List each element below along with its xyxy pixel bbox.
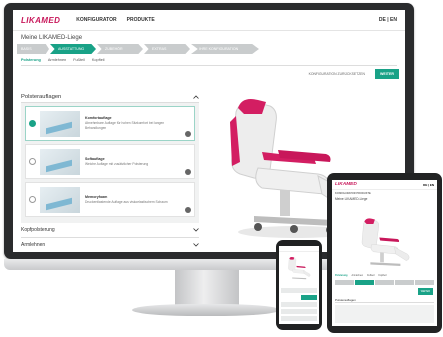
step-equipment[interactable] bbox=[355, 280, 374, 285]
step-basis[interactable]: BASIS bbox=[17, 44, 49, 54]
next-button[interactable] bbox=[301, 295, 317, 300]
chevron-down-icon[interactable] bbox=[193, 228, 199, 232]
step-basis[interactable] bbox=[335, 280, 354, 285]
action-row: KONFIGURATION ZURÜCKSETZEN WEITER bbox=[19, 69, 399, 79]
treatment-chair-image bbox=[361, 218, 410, 266]
option-thumbnail bbox=[40, 186, 80, 213]
page-title: Meine LIKAMED-Liege bbox=[335, 197, 368, 201]
tab-headrest[interactable]: Kopfteil bbox=[378, 274, 386, 277]
info-icon[interactable] bbox=[185, 131, 191, 137]
option-description: Druckentlastende Auflage aus viskoelasti… bbox=[85, 199, 168, 204]
step-extras[interactable]: EXTRAS bbox=[144, 44, 190, 54]
option-description: Weiche Auflage mit zusätzlicher Polsteru… bbox=[85, 161, 149, 166]
next-button[interactable]: WEITER bbox=[417, 288, 433, 295]
likamed-logo[interactable]: LIKAMED bbox=[335, 182, 357, 187]
treatment-chair-image bbox=[288, 256, 311, 280]
tab-armrests[interactable]: Armlehnen bbox=[48, 58, 66, 62]
chevron-up-icon[interactable] bbox=[193, 95, 199, 99]
language-switcher[interactable]: DE | EN bbox=[423, 183, 434, 187]
tab-upholstery[interactable]: Polsterung bbox=[21, 58, 41, 62]
step-equipment[interactable]: AUSSTATTUNG bbox=[50, 44, 96, 54]
tab-armrests[interactable]: Armlehnen bbox=[352, 274, 364, 277]
configuration-steps: BASIS AUSSTATTUNG ZUBEHÖR EXTRAS IHRE KO… bbox=[17, 44, 401, 54]
option-description: Abnehmbare Auflage für hohen Sitzkomfort… bbox=[85, 121, 165, 131]
section-headrest[interactable]: Kopfpolsterung bbox=[21, 223, 199, 238]
tablet-steps bbox=[335, 280, 435, 285]
panel-title[interactable]: Polsterauflagen bbox=[335, 298, 434, 303]
list-item[interactable] bbox=[281, 316, 317, 321]
likamed-logo[interactable]: LIKAMED bbox=[21, 16, 60, 25]
step-accessories[interactable] bbox=[375, 280, 394, 285]
panel-header[interactable]: Polsterauflagen bbox=[21, 94, 199, 103]
option-thumbnail bbox=[40, 110, 80, 137]
radio-button-selected[interactable] bbox=[29, 120, 36, 127]
sub-tabs: Polsterung Armlehnen Fußteil Kopfteil bbox=[21, 58, 397, 66]
option-card-memoryfoam[interactable]: Memoryfoam Druckentlastende Auflage aus … bbox=[25, 182, 195, 217]
option-card-soft[interactable]: Softauflage Weiche Auflage mit zusätzlic… bbox=[25, 144, 195, 179]
info-icon[interactable] bbox=[185, 207, 191, 213]
nav-item-configurator[interactable]: KONFIGURATOR bbox=[76, 17, 116, 23]
chevron-down-icon[interactable] bbox=[193, 243, 199, 247]
phone-top-bar bbox=[279, 246, 319, 252]
tab-footrest[interactable]: Fußteil bbox=[73, 58, 85, 62]
info-icon[interactable] bbox=[185, 169, 191, 175]
list-item[interactable] bbox=[281, 302, 317, 307]
step-accessories[interactable]: ZUBEHÖR bbox=[97, 44, 143, 54]
tablet-sub-tabs: Polsterung Armlehnen Fußteil Kopfteil bbox=[335, 274, 390, 277]
language-switcher[interactable]: DE | EN bbox=[379, 17, 397, 23]
nav-item-products[interactable]: PRODUKTE bbox=[127, 17, 155, 23]
option-thumbnail bbox=[40, 148, 80, 175]
section-title: Kopfpolsterung bbox=[21, 227, 55, 233]
tab-headrest[interactable]: Kopfteil bbox=[92, 58, 105, 62]
tablet-device: LIKAMED DE | EN KONFIGURATOR PRODUKTE Me… bbox=[327, 173, 442, 333]
phone-option-list bbox=[279, 286, 319, 323]
step-your-configuration[interactable] bbox=[415, 280, 434, 285]
step-extras[interactable] bbox=[395, 280, 414, 285]
section-title: Armlehnen bbox=[21, 242, 46, 248]
tab-footrest[interactable]: Fußteil bbox=[367, 274, 374, 277]
radio-button[interactable] bbox=[29, 196, 36, 203]
tablet-top-bar: LIKAMED DE | EN bbox=[332, 180, 437, 190]
list-item[interactable] bbox=[281, 288, 317, 293]
tab-upholstery[interactable]: Polsterung bbox=[335, 274, 348, 277]
options-panel: Polsterauflagen Komfortauflage Abnehmbar… bbox=[21, 94, 199, 252]
step-your-configuration[interactable]: IHRE KONFIGURATION bbox=[191, 44, 259, 54]
tablet-screen: LIKAMED DE | EN KONFIGURATOR PRODUKTE Me… bbox=[332, 180, 437, 326]
option-list: Komfortauflage Abnehmbare Auflage für ho… bbox=[21, 103, 199, 223]
monitor-stand-neck bbox=[175, 270, 239, 308]
phone-screen bbox=[279, 246, 319, 324]
panel-title: Polsterauflagen bbox=[21, 94, 62, 100]
next-button[interactable]: WEITER bbox=[375, 69, 399, 79]
page-title: Meine LIKAMED-Liege bbox=[21, 35, 83, 41]
radio-button[interactable] bbox=[29, 158, 36, 165]
monitor-stand-base bbox=[132, 304, 280, 316]
phone-device bbox=[276, 240, 322, 330]
option-card-comfort[interactable]: Komfortauflage Abnehmbare Auflage für ho… bbox=[25, 106, 195, 141]
list-item[interactable] bbox=[281, 309, 317, 314]
top-navigation-bar: LIKAMED KONFIGURATOR PRODUKTE DE | EN bbox=[13, 10, 405, 31]
option-card[interactable] bbox=[335, 305, 434, 323]
section-armrests[interactable]: Armlehnen bbox=[21, 238, 199, 252]
reset-configuration-link[interactable]: KONFIGURATION ZURÜCKSETZEN bbox=[309, 72, 365, 76]
